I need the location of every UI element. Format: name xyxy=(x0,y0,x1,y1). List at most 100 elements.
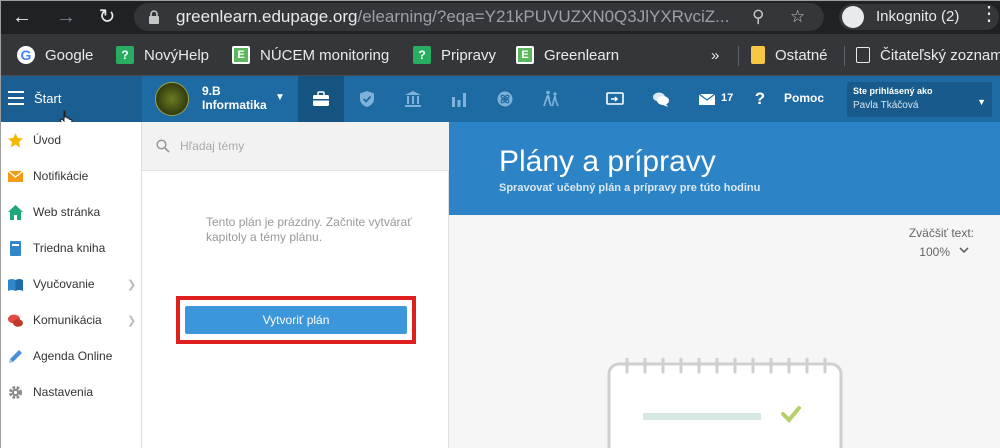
e-icon: E xyxy=(232,46,250,64)
screen-cast-icon xyxy=(606,92,624,105)
bookmark-label: Google xyxy=(45,46,94,64)
chevron-right-icon: ❯ xyxy=(127,278,137,291)
browser-menu-icon[interactable]: ⋮ xyxy=(979,1,999,26)
search-icon xyxy=(156,139,170,153)
bookmark-separator xyxy=(844,46,845,66)
topic-search xyxy=(142,122,449,171)
sidebar-item-notifikacie[interactable]: Notifikácie xyxy=(1,158,141,194)
bookmark-other-folder[interactable]: Ostatné xyxy=(751,45,828,65)
incognito-icon xyxy=(842,6,864,28)
statistics-button[interactable] xyxy=(436,76,482,122)
students-button[interactable] xyxy=(528,76,574,122)
school-button[interactable] xyxy=(390,76,436,122)
sidebar-item-agenda-online[interactable]: Agenda Online xyxy=(1,338,141,374)
page-banner: Plány a prípravy Spravovať učebný plán a… xyxy=(449,122,1000,215)
messages-count: 17 xyxy=(721,92,734,104)
start-label: Štart xyxy=(34,91,62,106)
main-content: Plány a prípravy Spravovať učebný plán a… xyxy=(449,122,1000,448)
zoom-magnifier-icon[interactable]: ⚲ xyxy=(752,7,764,27)
e-icon: E xyxy=(516,46,534,64)
empty-notebook-illustration xyxy=(607,358,843,448)
hamburger-icon xyxy=(8,91,24,105)
sidebar-item-uvod[interactable]: Úvod xyxy=(1,122,141,158)
text-zoom-label: Zväčšiť text: xyxy=(908,226,974,240)
briefcase-button[interactable] xyxy=(298,76,344,122)
highlight-frame: Vytvoriť plán xyxy=(176,296,416,344)
bookmark-label: Pripravy xyxy=(441,46,497,64)
question-icon: ? xyxy=(413,46,431,64)
sidebar-item-web-stranka[interactable]: Web stránka xyxy=(1,194,141,230)
more-bookmarks-button[interactable]: » xyxy=(711,45,719,65)
chat-button[interactable] xyxy=(638,76,684,122)
sidebar-item-vyucovanie[interactable]: Vyučovanie ❯ xyxy=(1,266,141,302)
logged-in-label: Ste prihlásený ako xyxy=(853,86,933,96)
sidebar-item-label: Vyučovanie xyxy=(33,277,95,291)
sidebar-item-nastavenia[interactable]: Nastavenia xyxy=(1,374,141,410)
atom-icon xyxy=(497,91,513,107)
house-icon xyxy=(8,204,23,220)
bookmarks-bar: G Google ? NovýHelp E NÚCEM monitoring ?… xyxy=(1,34,1000,76)
envelope-icon xyxy=(7,169,24,182)
open-book-icon xyxy=(8,278,23,291)
forward-icon[interactable]: → xyxy=(53,5,79,29)
help-button[interactable]: Pomoc xyxy=(784,91,824,105)
sidebar-item-triedna-kniha[interactable]: Triedna kniha xyxy=(1,230,141,266)
url-path: /elearning/?eqa=Y21kPUVUZXN0Q3JlYXRvciZ.… xyxy=(357,7,730,26)
atom-button[interactable] xyxy=(482,76,528,122)
envelope-icon xyxy=(698,93,716,105)
class-avatar[interactable] xyxy=(155,82,189,116)
bookmark-pripravy[interactable]: ? Pripravy xyxy=(413,45,496,65)
search-input[interactable] xyxy=(180,136,430,156)
shield-button[interactable] xyxy=(344,76,390,122)
bookmark-novyhelp[interactable]: ? NovýHelp xyxy=(116,45,209,65)
bookmark-separator xyxy=(738,46,739,66)
user-account-menu[interactable]: Ste prihlásený ako Pavla Tkáčová ▼ xyxy=(847,82,992,117)
address-bar[interactable]: greenlearn.edupage.org/elearning/?eqa=Y2… xyxy=(134,3,824,31)
bar-chart-icon xyxy=(452,93,466,107)
bookmark-label: Čitateľský zoznam xyxy=(880,46,1000,64)
app-header: Štart 9.B Informatika ▼ 17 ? Pomoc Ste p… xyxy=(1,76,1000,127)
sidebar-item-label: Nastavenia xyxy=(33,385,94,399)
help-icon[interactable]: ? xyxy=(745,76,775,122)
reload-icon[interactable]: ↻ xyxy=(94,5,120,29)
star-icon xyxy=(8,132,23,147)
pencil-icon xyxy=(9,349,22,363)
sidebar: Úvod Notifikácie Web stránka Triedna kni… xyxy=(1,122,142,448)
chevron-down-icon: ▼ xyxy=(977,97,986,107)
incognito-label: Inkognito (2) xyxy=(876,8,960,25)
folder-icon xyxy=(751,46,765,64)
text-zoom-select[interactable]: 100% xyxy=(919,245,950,259)
chevron-down-icon[interactable] xyxy=(958,243,970,257)
empty-message-line: kapitoly a témy plánu. xyxy=(206,230,323,244)
sidebar-item-label: Web stránka xyxy=(33,205,101,219)
sidebar-item-komunikacia[interactable]: Komunikácia ❯ xyxy=(1,302,141,338)
bookmark-star-icon[interactable]: ☆ xyxy=(790,7,805,27)
plan-panel: Tento plán je prázdny. Začnite vytvárať … xyxy=(142,122,449,448)
bookmark-greenlearn[interactable]: E Greenlearn xyxy=(516,45,619,65)
bookmark-label: NovýHelp xyxy=(144,46,210,64)
chat-icon xyxy=(8,314,23,327)
reading-list-button[interactable]: Čitateľský zoznam xyxy=(856,45,1000,65)
lock-icon xyxy=(149,10,159,24)
create-plan-button[interactable]: Vytvoriť plán xyxy=(185,306,407,334)
bookmark-label: Greenlearn xyxy=(544,46,620,64)
bookmark-google[interactable]: G Google xyxy=(17,45,93,65)
reading-list-icon xyxy=(856,47,870,63)
cast-button[interactable] xyxy=(592,76,638,122)
user-name: Pavla Tkáčová xyxy=(853,100,919,111)
sidebar-item-label: Triedna kniha xyxy=(33,241,106,255)
incognito-indicator[interactable]: Inkognito (2) xyxy=(839,4,999,30)
sidebar-item-label: Úvod xyxy=(33,133,62,147)
bookmark-nucem[interactable]: E NÚCEM monitoring xyxy=(232,45,389,65)
back-icon[interactable]: ← xyxy=(9,5,35,29)
class-name: 9.B xyxy=(202,84,221,98)
class-selector[interactable]: 9.B Informatika xyxy=(202,84,267,112)
bank-building-icon xyxy=(405,91,421,107)
page-title: Plány a prípravy xyxy=(499,145,716,178)
bookmark-label: NÚCEM monitoring xyxy=(260,46,390,64)
start-menu-button[interactable]: Štart xyxy=(1,76,142,127)
briefcase-icon xyxy=(313,91,329,106)
browser-toolbar: ← → ↻ greenlearn.edupage.org/elearning/?… xyxy=(1,1,1000,34)
chevron-down-icon[interactable]: ▼ xyxy=(275,92,285,103)
shield-icon xyxy=(360,91,374,107)
